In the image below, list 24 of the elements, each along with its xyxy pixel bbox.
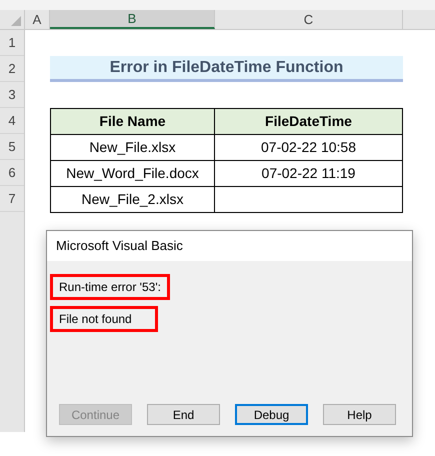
dialog-button[interactable]: Help xyxy=(323,404,396,425)
dialog-button[interactable]: Debug xyxy=(235,404,308,425)
dialog-button[interactable]: End xyxy=(147,404,220,425)
row-header[interactable]: 3 xyxy=(0,82,24,108)
row-header[interactable]: 4 xyxy=(0,108,24,134)
row-header[interactable]: 6 xyxy=(0,160,24,186)
row-header[interactable]: 5 xyxy=(0,134,24,160)
row-header[interactable]: 7 xyxy=(0,186,24,212)
error-message: File not found xyxy=(50,306,158,332)
error-message: Run-time error '53': xyxy=(50,274,170,300)
table-cell: New_File_2.xlsx xyxy=(51,187,215,213)
row-header[interactable]: 2 xyxy=(0,56,24,82)
dialog-title: Microsoft Visual Basic xyxy=(56,237,183,256)
column-heading: FileDateTime xyxy=(215,109,403,135)
table-cell: New_File.xlsx xyxy=(51,135,215,161)
column-header[interactable]: B xyxy=(50,10,215,29)
table-cell: New_Word_File.docx xyxy=(51,161,215,187)
corner-triangle-icon xyxy=(11,16,21,26)
row-header[interactable]: 1 xyxy=(0,30,24,56)
table-cell: 07-02-22 11:19 xyxy=(215,161,403,187)
column-header[interactable]: C xyxy=(215,10,403,29)
column-heading: File Name xyxy=(51,109,215,135)
sheet-title: Error in FileDateTime Function xyxy=(50,56,403,82)
table-cell: 07-02-22 10:58 xyxy=(215,135,403,161)
